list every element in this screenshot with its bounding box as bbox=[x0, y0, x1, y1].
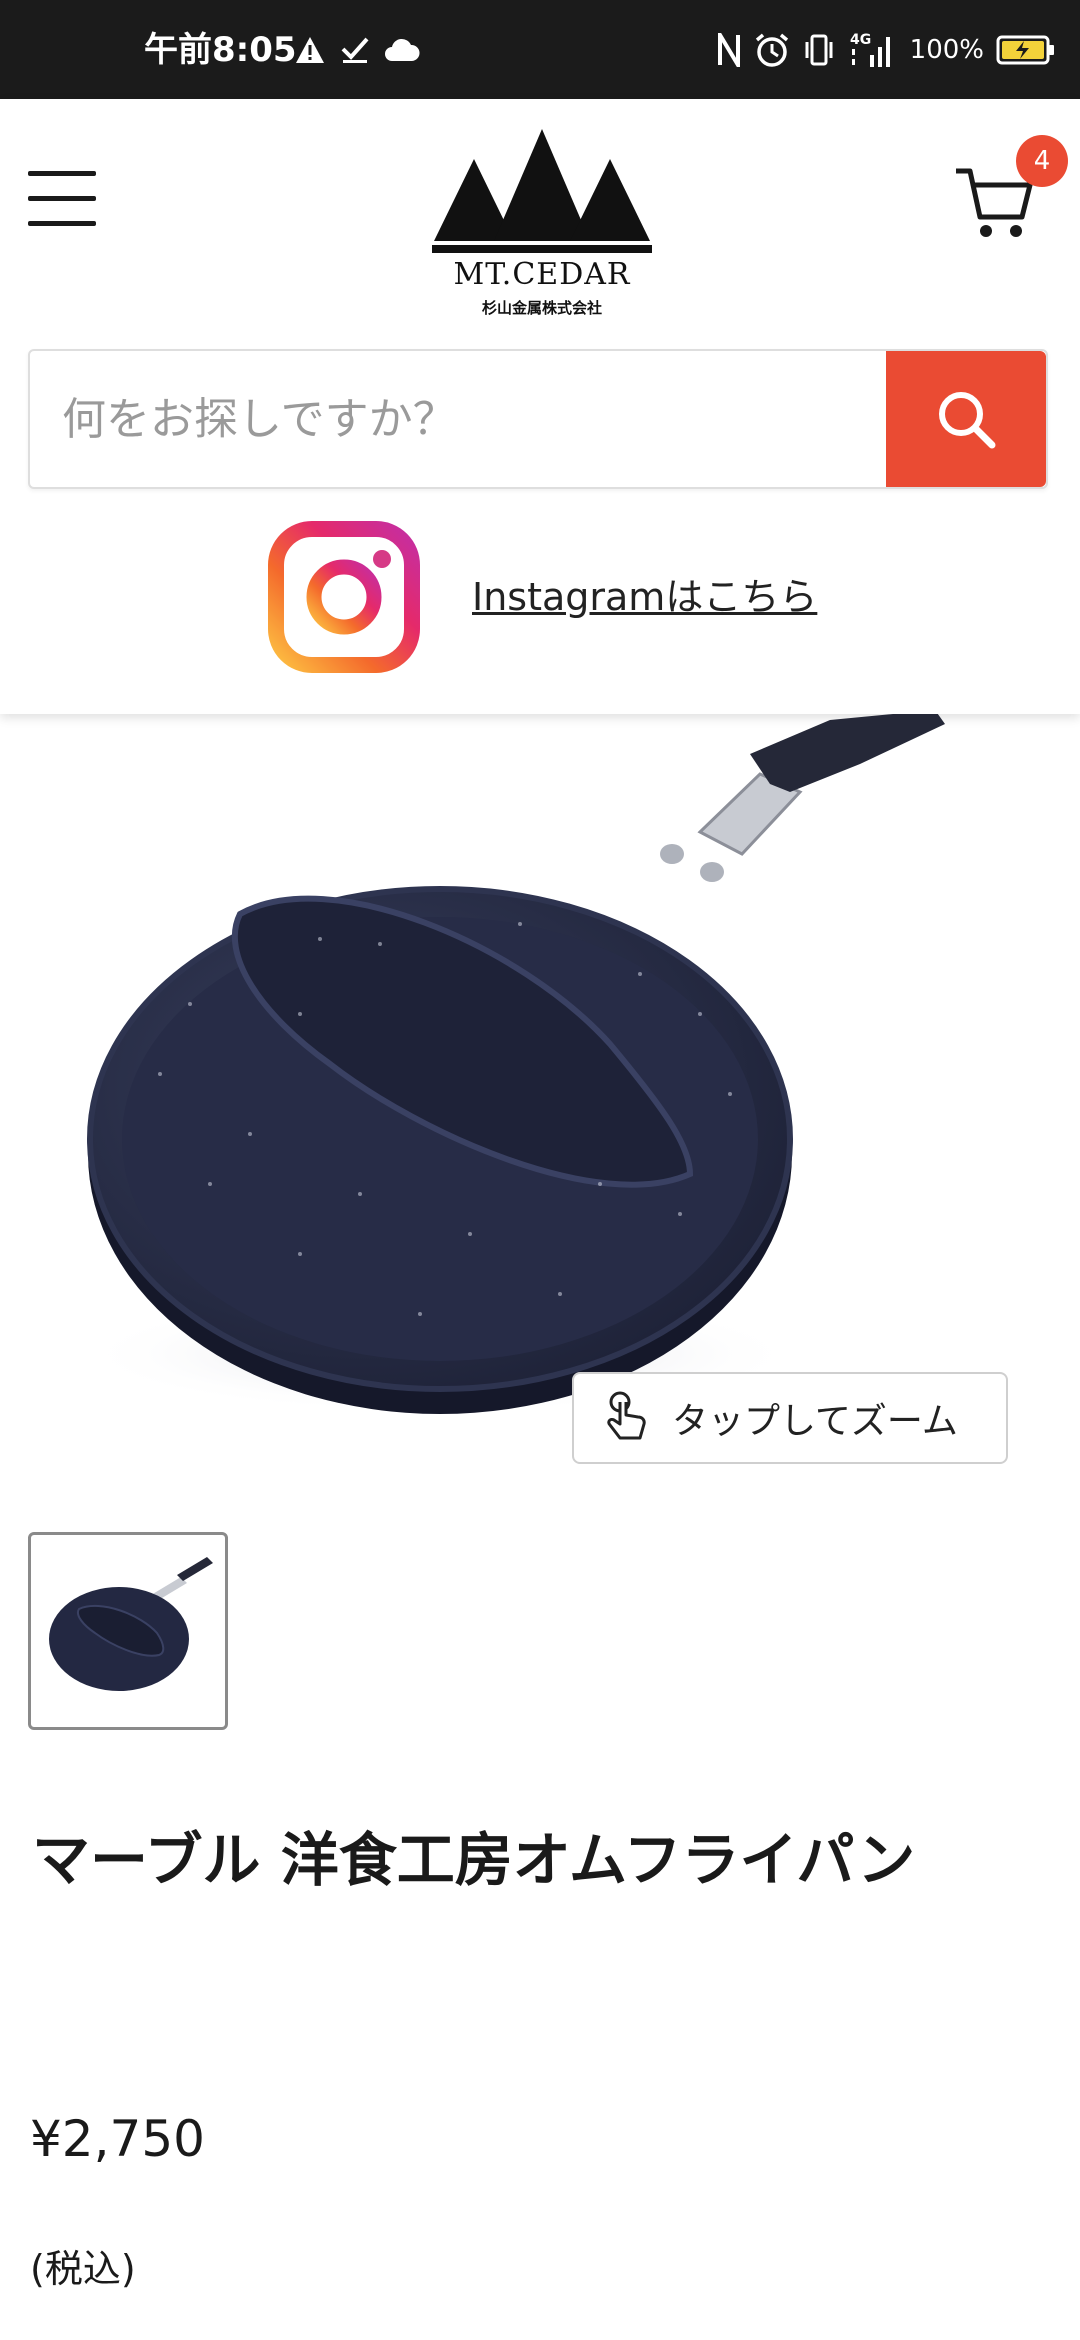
cart-count-badge: 4 bbox=[1016, 135, 1068, 187]
battery-percent: 100% bbox=[909, 35, 984, 65]
product-thumbnail[interactable] bbox=[28, 1532, 228, 1730]
mountain-logo-icon bbox=[432, 129, 652, 253]
tap-to-zoom-label: タップしてズーム bbox=[672, 1401, 958, 1442]
cloud-icon bbox=[385, 38, 420, 61]
instagram-link[interactable]: Instagramはこちら bbox=[472, 569, 817, 625]
logo-company: 杉山金属株式会社 bbox=[481, 299, 602, 317]
nfc-icon bbox=[717, 33, 740, 67]
check-icon bbox=[341, 37, 369, 63]
search-input[interactable] bbox=[30, 351, 886, 487]
menu-button[interactable] bbox=[28, 171, 96, 227]
status-right-icons: 4G 100% bbox=[716, 28, 1056, 72]
status-time: 午前8:05 bbox=[144, 30, 297, 70]
brand-logo[interactable]: MT.CEDAR 杉山金属株式会社 bbox=[432, 129, 652, 329]
instagram-icon[interactable] bbox=[268, 521, 420, 673]
warning-icon bbox=[296, 37, 324, 63]
search-icon bbox=[939, 392, 996, 449]
site-header: MT.CEDAR 杉山金属株式会社 4 何をお探しですか？ Instagramは… bbox=[0, 99, 1080, 714]
product-price: ¥2,750 bbox=[30, 2110, 205, 2168]
tap-to-zoom-button[interactable]: タップしてズーム bbox=[572, 1372, 1008, 1464]
signal-icon: 4G bbox=[850, 32, 890, 67]
status-bar: 午前8:05 4G 100% bbox=[0, 0, 1080, 99]
hand-tap-icon bbox=[607, 1391, 646, 1440]
product-title: マーブル 洋食工房オムフライパン bbox=[32, 1826, 916, 1894]
battery-icon bbox=[996, 35, 1054, 65]
tax-note: (税込) bbox=[30, 2247, 136, 2291]
search-bar bbox=[28, 349, 1048, 489]
alarm-icon bbox=[755, 33, 788, 67]
status-left-icons bbox=[294, 30, 420, 70]
logo-name: MT.CEDAR bbox=[453, 257, 631, 292]
svg-text:4G: 4G bbox=[850, 32, 871, 48]
search-button[interactable] bbox=[886, 351, 1046, 487]
product-main-image[interactable] bbox=[0, 710, 1080, 1464]
vibrate-icon bbox=[805, 34, 833, 66]
